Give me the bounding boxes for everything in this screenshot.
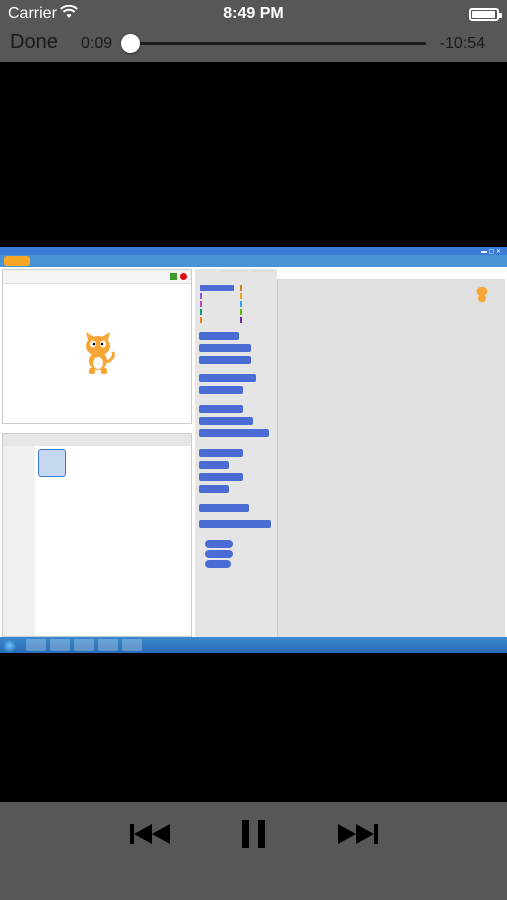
taskbar-app — [98, 639, 118, 651]
sprites-list — [35, 446, 191, 636]
scratch-menubar — [0, 255, 507, 267]
green-flag-icon — [170, 273, 177, 280]
scrubber-row: Done 0:09 -10:54 — [0, 28, 507, 62]
stage-panel — [2, 269, 192, 424]
top-toolbar: Carrier 8:49 PM Done 0:09 -10:54 — [0, 0, 507, 62]
skip-back-icon[interactable] — [130, 822, 172, 846]
sprites-toolbar — [3, 434, 191, 446]
block-turn-right — [199, 344, 251, 352]
scratch-logo — [4, 256, 30, 266]
clock: 8:49 PM — [223, 5, 284, 22]
pause-icon[interactable] — [242, 820, 266, 848]
category-looks — [200, 293, 220, 299]
block-change-x — [199, 449, 243, 457]
category-motion — [200, 285, 234, 291]
window-controls-icon: ▬ ▢ ✕ — [480, 249, 501, 255]
block-y-position — [205, 550, 233, 558]
block-glide — [199, 429, 269, 437]
block-point-towards — [199, 386, 243, 394]
start-icon — [3, 639, 16, 652]
cat-sprite-icon — [476, 286, 488, 303]
block-move-steps — [199, 332, 239, 340]
cat-sprite-icon — [86, 332, 115, 374]
window-titlebar: ▬ ▢ ✕ — [0, 247, 507, 255]
block-set-y — [199, 485, 229, 493]
video-player-screen: Carrier 8:49 PM Done 0:09 -10:54 ▬ ▢ ✕ — [0, 0, 507, 900]
tab-sounds — [251, 270, 273, 272]
block-go-to — [199, 417, 253, 425]
scrub-thumb[interactable] — [121, 34, 141, 53]
block-rotation-style — [199, 520, 271, 528]
category-pen — [200, 309, 220, 315]
block-turn-left — [199, 356, 251, 364]
video-frame[interactable]: ▬ ▢ ✕ — [0, 247, 507, 653]
block-bounce — [199, 504, 249, 512]
taskbar-app — [74, 639, 94, 651]
done-button[interactable]: Done — [10, 31, 58, 54]
skip-forward-icon[interactable] — [336, 822, 378, 846]
category-events — [240, 285, 260, 291]
taskbar-app — [26, 639, 46, 651]
windows-taskbar — [0, 637, 507, 653]
transport-bar — [0, 802, 507, 900]
sprites-panel — [2, 433, 192, 637]
block-change-y — [199, 473, 243, 481]
elapsed-time: 0:09 — [81, 35, 113, 52]
tab-scripts — [197, 270, 219, 272]
remaining-time: -10:54 — [439, 35, 485, 52]
script-area — [277, 279, 505, 637]
battery-icon — [469, 8, 502, 21]
stop-icon — [180, 273, 187, 280]
category-control — [240, 293, 260, 299]
category-more-blocks — [240, 317, 260, 323]
block-direction — [205, 560, 231, 568]
battery-level — [472, 11, 495, 18]
status-bar: Carrier 8:49 PM — [0, 0, 507, 28]
scrub-track[interactable] — [121, 34, 426, 53]
block-go-to-xy — [199, 405, 243, 413]
category-sensing — [240, 301, 260, 307]
sprite-thumbnail — [38, 449, 66, 477]
block-set-x — [199, 461, 229, 469]
block-point-in-direction — [199, 374, 256, 382]
taskbar-app — [50, 639, 70, 651]
category-sound — [200, 301, 220, 307]
category-operators — [240, 309, 260, 315]
block-x-position — [205, 540, 233, 548]
taskbar-app — [122, 639, 142, 651]
tab-costumes — [221, 270, 249, 272]
category-data — [200, 317, 220, 323]
stage-header — [3, 270, 191, 284]
